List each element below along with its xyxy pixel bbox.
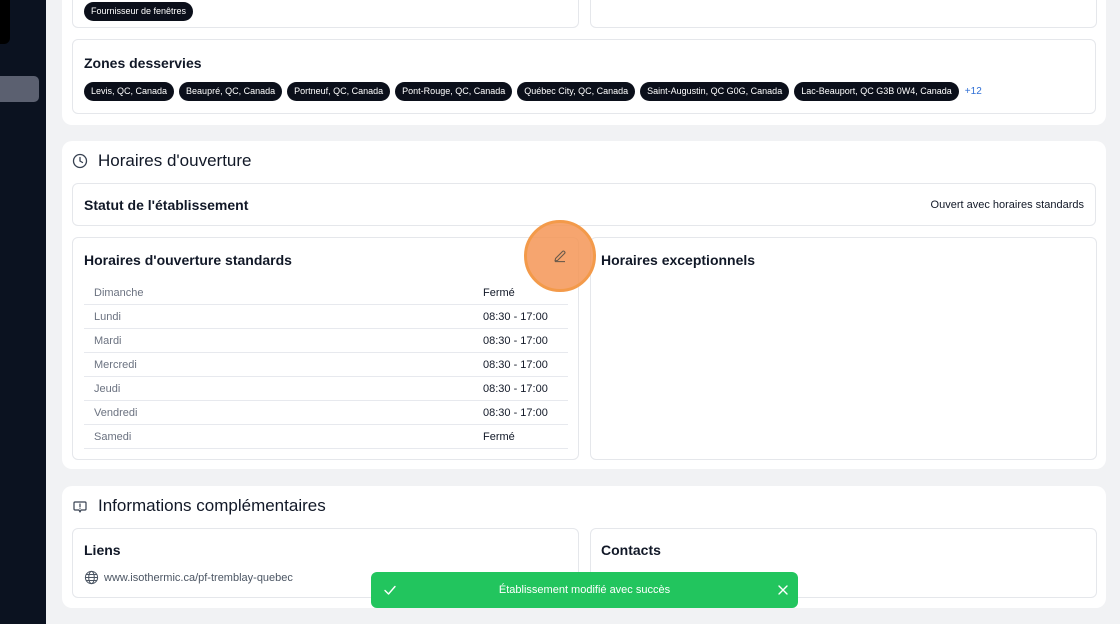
hours-row: Vendredi 08:30 - 17:00 [84, 401, 568, 425]
zones-more-link[interactable]: +12 [965, 86, 982, 97]
sidebar [0, 0, 46, 624]
day-hours: 08:30 - 17:00 [483, 334, 548, 347]
links-title: Liens [84, 542, 121, 558]
day-label: Vendredi [94, 406, 138, 419]
day-hours: 08:30 - 17:00 [483, 406, 548, 419]
status-value: Ouvert avec horaires standards [930, 199, 1084, 211]
edit-hours-button[interactable] [524, 220, 596, 292]
hours-row: Lundi 08:30 - 17:00 [84, 305, 568, 329]
zone-pill: Lac-Beauport, QC G3B 0W4, Canada [794, 82, 959, 101]
day-label: Mercredi [94, 358, 137, 371]
app-logo[interactable] [0, 0, 10, 44]
zone-pill: Portneuf, QC, Canada [287, 82, 391, 101]
website-url: www.isothermic.ca/pf-tremblay-quebec [104, 571, 293, 584]
contacts-title: Contacts [601, 542, 661, 558]
globe-icon [84, 570, 99, 585]
close-icon[interactable] [776, 583, 790, 597]
info-section-title: Informations complémentaires [98, 496, 326, 515]
day-label: Mardi [94, 334, 122, 347]
zone-pill: Pont-Rouge, QC, Canada [395, 82, 513, 101]
hours-row: Mardi 08:30 - 17:00 [84, 329, 568, 353]
details-card: Fournisseur de fenêtres Zones desservies… [62, 0, 1106, 125]
day-hours: 08:30 - 17:00 [483, 358, 548, 371]
status-box: Statut de l'établissement Ouvert avec ho… [72, 183, 1096, 226]
day-hours: 08:30 - 17:00 [483, 310, 548, 323]
zone-pill: Levis, QC, Canada [84, 82, 175, 101]
zones-list: Levis, QC, Canada Beaupré, QC, Canada Po… [84, 82, 982, 101]
zone-pill: Québec City, QC, Canada [517, 82, 636, 101]
zones-box: Zones desservies Levis, QC, Canada Beaup… [72, 39, 1096, 114]
zone-pill: Beaupré, QC, Canada [179, 82, 283, 101]
supplier-tag: Fournisseur de fenêtres [84, 2, 194, 21]
hours-row: Samedi Fermé [84, 425, 568, 449]
standard-hours-box: Horaires d'ouverture standards Dimanche F… [72, 237, 579, 460]
exceptional-hours-title: Horaires exceptionnels [601, 252, 756, 268]
website-link[interactable]: www.isothermic.ca/pf-tremblay-quebec [84, 570, 293, 585]
zones-title: Zones desservies [84, 55, 202, 71]
exceptional-hours-box: Horaires exceptionnels [590, 237, 1097, 460]
day-hours: Fermé [483, 430, 515, 443]
hours-section-title: Horaires d'ouverture [98, 151, 252, 170]
side-box [590, 0, 1097, 28]
hours-row: Dimanche Fermé [84, 281, 568, 305]
day-hours: Fermé [483, 286, 515, 299]
info-message-icon [73, 501, 87, 513]
toast-message: Établissement modifié avec succès [498, 584, 671, 596]
categories-box: Fournisseur de fenêtres [72, 0, 579, 28]
sidebar-item-active[interactable] [0, 76, 39, 102]
day-label: Lundi [94, 310, 121, 323]
pencil-icon [554, 250, 566, 263]
hours-card: Horaires d'ouverture Statut de l'établis… [62, 141, 1106, 469]
hours-table: Dimanche Fermé Lundi 08:30 - 17:00 Mardi 08… [84, 281, 568, 449]
standard-hours-title: Horaires d'ouverture standards [84, 252, 292, 268]
success-toast: Établissement modifié avec succès [371, 572, 798, 608]
zone-pill: Saint-Augustin, QC G0G, Canada [640, 82, 790, 101]
day-hours: 08:30 - 17:00 [483, 382, 548, 395]
day-label: Jeudi [94, 382, 121, 395]
day-label: Samedi [94, 430, 132, 443]
hours-row: Jeudi 08:30 - 17:00 [84, 377, 568, 401]
clock-icon [72, 153, 88, 169]
status-label: Statut de l'établissement [84, 197, 249, 213]
hours-row: Mercredi 08:30 - 17:00 [84, 353, 568, 377]
day-label: Dimanche [94, 286, 144, 299]
